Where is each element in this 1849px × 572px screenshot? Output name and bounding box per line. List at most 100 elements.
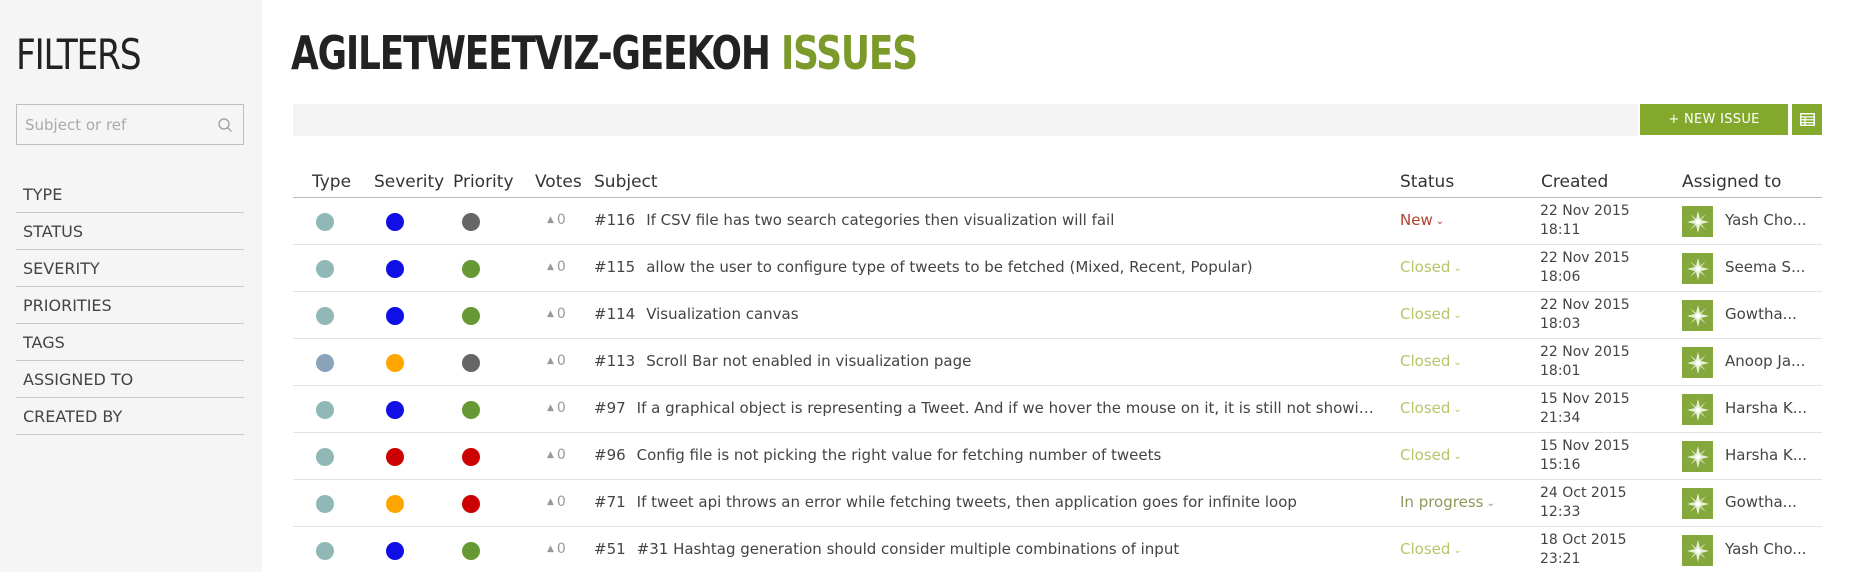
- type-indicator[interactable]: [316, 448, 334, 466]
- avatar[interactable]: [1682, 441, 1713, 472]
- page-title: AGILETWEETVIZ-GEEKOH ISSUES: [291, 26, 918, 80]
- priority-indicator[interactable]: [462, 448, 480, 466]
- avatar[interactable]: [1682, 253, 1713, 284]
- assignee-name[interactable]: Anoop Ja...: [1725, 352, 1805, 370]
- severity-indicator[interactable]: [386, 307, 404, 325]
- severity-indicator[interactable]: [386, 213, 404, 231]
- filter-tags[interactable]: TAGS: [16, 324, 244, 361]
- assignee-name[interactable]: Gowtha...: [1725, 305, 1797, 323]
- priority-indicator[interactable]: [462, 307, 480, 325]
- avatar[interactable]: [1682, 206, 1713, 237]
- priority-indicator[interactable]: [462, 260, 480, 278]
- filter-priorities[interactable]: PRIORITIES: [16, 287, 244, 324]
- severity-indicator[interactable]: [386, 448, 404, 466]
- vote-counter[interactable]: ▲ 0: [547, 259, 566, 275]
- issue-subject-link[interactable]: #113 Scroll Bar not enabled in visualizat…: [594, 352, 1374, 370]
- column-assigned-to[interactable]: Assigned to: [1682, 172, 1781, 192]
- avatar[interactable]: [1682, 488, 1713, 519]
- severity-indicator[interactable]: [386, 542, 404, 560]
- status-dropdown[interactable]: Closed ⌄: [1400, 540, 1462, 558]
- column-type[interactable]: Type: [312, 172, 351, 192]
- column-created[interactable]: Created: [1541, 172, 1608, 192]
- table-row[interactable]: ▲ 0 #113 Scroll Bar not enabled in visualiz…: [293, 339, 1822, 386]
- issue-subject-link[interactable]: #116 If CSV file has two search categorie…: [594, 211, 1374, 229]
- severity-indicator[interactable]: [386, 354, 404, 372]
- vote-counter[interactable]: ▲ 0: [547, 353, 566, 369]
- vote-counter[interactable]: ▲ 0: [547, 400, 566, 416]
- issue-subject: Config file is not picking the right val…: [636, 446, 1162, 464]
- assignee-name[interactable]: Harsha K...: [1725, 446, 1807, 464]
- type-indicator[interactable]: [316, 307, 334, 325]
- assignee-name[interactable]: Yash Cho...: [1725, 540, 1807, 558]
- table-row[interactable]: ▲ 0 #114 Visualization canvas Closed ⌄ 22 Nov …: [293, 292, 1822, 339]
- status-dropdown[interactable]: Closed ⌄: [1400, 352, 1462, 370]
- type-indicator[interactable]: [316, 401, 334, 419]
- avatar[interactable]: [1682, 535, 1713, 566]
- priority-indicator[interactable]: [462, 542, 480, 560]
- table-row[interactable]: ▲ 0 #71 If tweet api throws an error while …: [293, 480, 1822, 527]
- assignee-name[interactable]: Yash Cho...: [1725, 211, 1807, 229]
- filter-assigned-to[interactable]: ASSIGNED TO: [16, 361, 244, 398]
- type-indicator[interactable]: [316, 260, 334, 278]
- created-time: 18:03: [1540, 316, 1581, 332]
- column-subject[interactable]: Subject: [594, 172, 658, 192]
- priority-indicator[interactable]: [462, 213, 480, 231]
- table-row[interactable]: ▲ 0 #116 If CSV file has two search categor…: [293, 198, 1822, 245]
- avatar[interactable]: [1682, 300, 1713, 331]
- filter-severity[interactable]: SEVERITY: [16, 250, 244, 287]
- type-indicator[interactable]: [316, 213, 334, 231]
- severity-indicator[interactable]: [386, 260, 404, 278]
- status-dropdown[interactable]: Closed ⌄: [1400, 258, 1462, 276]
- severity-indicator[interactable]: [386, 495, 404, 513]
- type-indicator[interactable]: [316, 495, 334, 513]
- table-row[interactable]: ▲ 0 #115 allow the user to configure type o…: [293, 245, 1822, 292]
- upvote-icon: ▲: [547, 309, 554, 319]
- status-dropdown[interactable]: New ⌄: [1400, 211, 1444, 229]
- column-priority[interactable]: Priority: [453, 172, 514, 192]
- search-icon[interactable]: [217, 117, 233, 133]
- priority-indicator[interactable]: [462, 354, 480, 372]
- vote-counter[interactable]: ▲ 0: [547, 494, 566, 510]
- column-severity[interactable]: Severity: [374, 172, 444, 192]
- issue-subject-link[interactable]: #115 allow the user to configure type of …: [594, 258, 1374, 276]
- vote-counter[interactable]: ▲ 0: [547, 306, 566, 322]
- search-input[interactable]: [17, 105, 217, 144]
- table-row[interactable]: ▲ 0 #96 Config file is not picking the righ…: [293, 433, 1822, 480]
- type-indicator[interactable]: [316, 354, 334, 372]
- avatar[interactable]: [1682, 394, 1713, 425]
- search-box[interactable]: [16, 104, 244, 145]
- status-dropdown[interactable]: Closed ⌄: [1400, 446, 1462, 464]
- issue-subject-link[interactable]: #97 If a graphical object is representing…: [594, 399, 1374, 417]
- status-dropdown[interactable]: In progress ⌄: [1400, 493, 1495, 511]
- vote-count: 0: [556, 212, 566, 228]
- issue-subject-link[interactable]: #96 Config file is not picking the right …: [594, 446, 1374, 464]
- vote-counter[interactable]: ▲ 0: [547, 447, 566, 463]
- chevron-down-icon: ⌄: [1486, 498, 1495, 509]
- status-label: New: [1400, 211, 1433, 229]
- assignee-name[interactable]: Seema S...: [1725, 258, 1805, 276]
- filter-type[interactable]: TYPE: [16, 176, 244, 213]
- priority-indicator[interactable]: [462, 495, 480, 513]
- issue-subject-link[interactable]: #71 If tweet api throws an error while fe…: [594, 493, 1374, 511]
- type-indicator[interactable]: [316, 542, 334, 560]
- assignee-name[interactable]: Gowtha...: [1725, 493, 1797, 511]
- priority-indicator[interactable]: [462, 401, 480, 419]
- avatar[interactable]: [1682, 347, 1713, 378]
- vote-counter[interactable]: ▲ 0: [547, 212, 566, 228]
- status-dropdown[interactable]: Closed ⌄: [1400, 399, 1462, 417]
- filter-status[interactable]: STATUS: [16, 213, 244, 250]
- table-body: ▲ 0 #116 If CSV file has two search categor…: [293, 198, 1822, 572]
- issue-subject-link[interactable]: #114 Visualization canvas: [594, 305, 1374, 323]
- status-dropdown[interactable]: Closed ⌄: [1400, 305, 1462, 323]
- vote-counter[interactable]: ▲ 0: [547, 541, 566, 557]
- column-status[interactable]: Status: [1400, 172, 1454, 192]
- issue-subject-link[interactable]: #51 #31 Hashtag generation should conside…: [594, 540, 1374, 558]
- table-row[interactable]: ▲ 0 #97 If a graphical object is representi…: [293, 386, 1822, 433]
- table-view-button[interactable]: [1792, 104, 1822, 135]
- table-row[interactable]: ▲ 0 #51 #31 Hashtag generation should consi…: [293, 527, 1822, 572]
- filter-created-by[interactable]: CREATED BY: [16, 398, 244, 435]
- new-issue-button[interactable]: + NEW ISSUE: [1640, 104, 1788, 135]
- column-votes[interactable]: Votes: [535, 172, 582, 192]
- assignee-name[interactable]: Harsha K...: [1725, 399, 1807, 417]
- severity-indicator[interactable]: [386, 401, 404, 419]
